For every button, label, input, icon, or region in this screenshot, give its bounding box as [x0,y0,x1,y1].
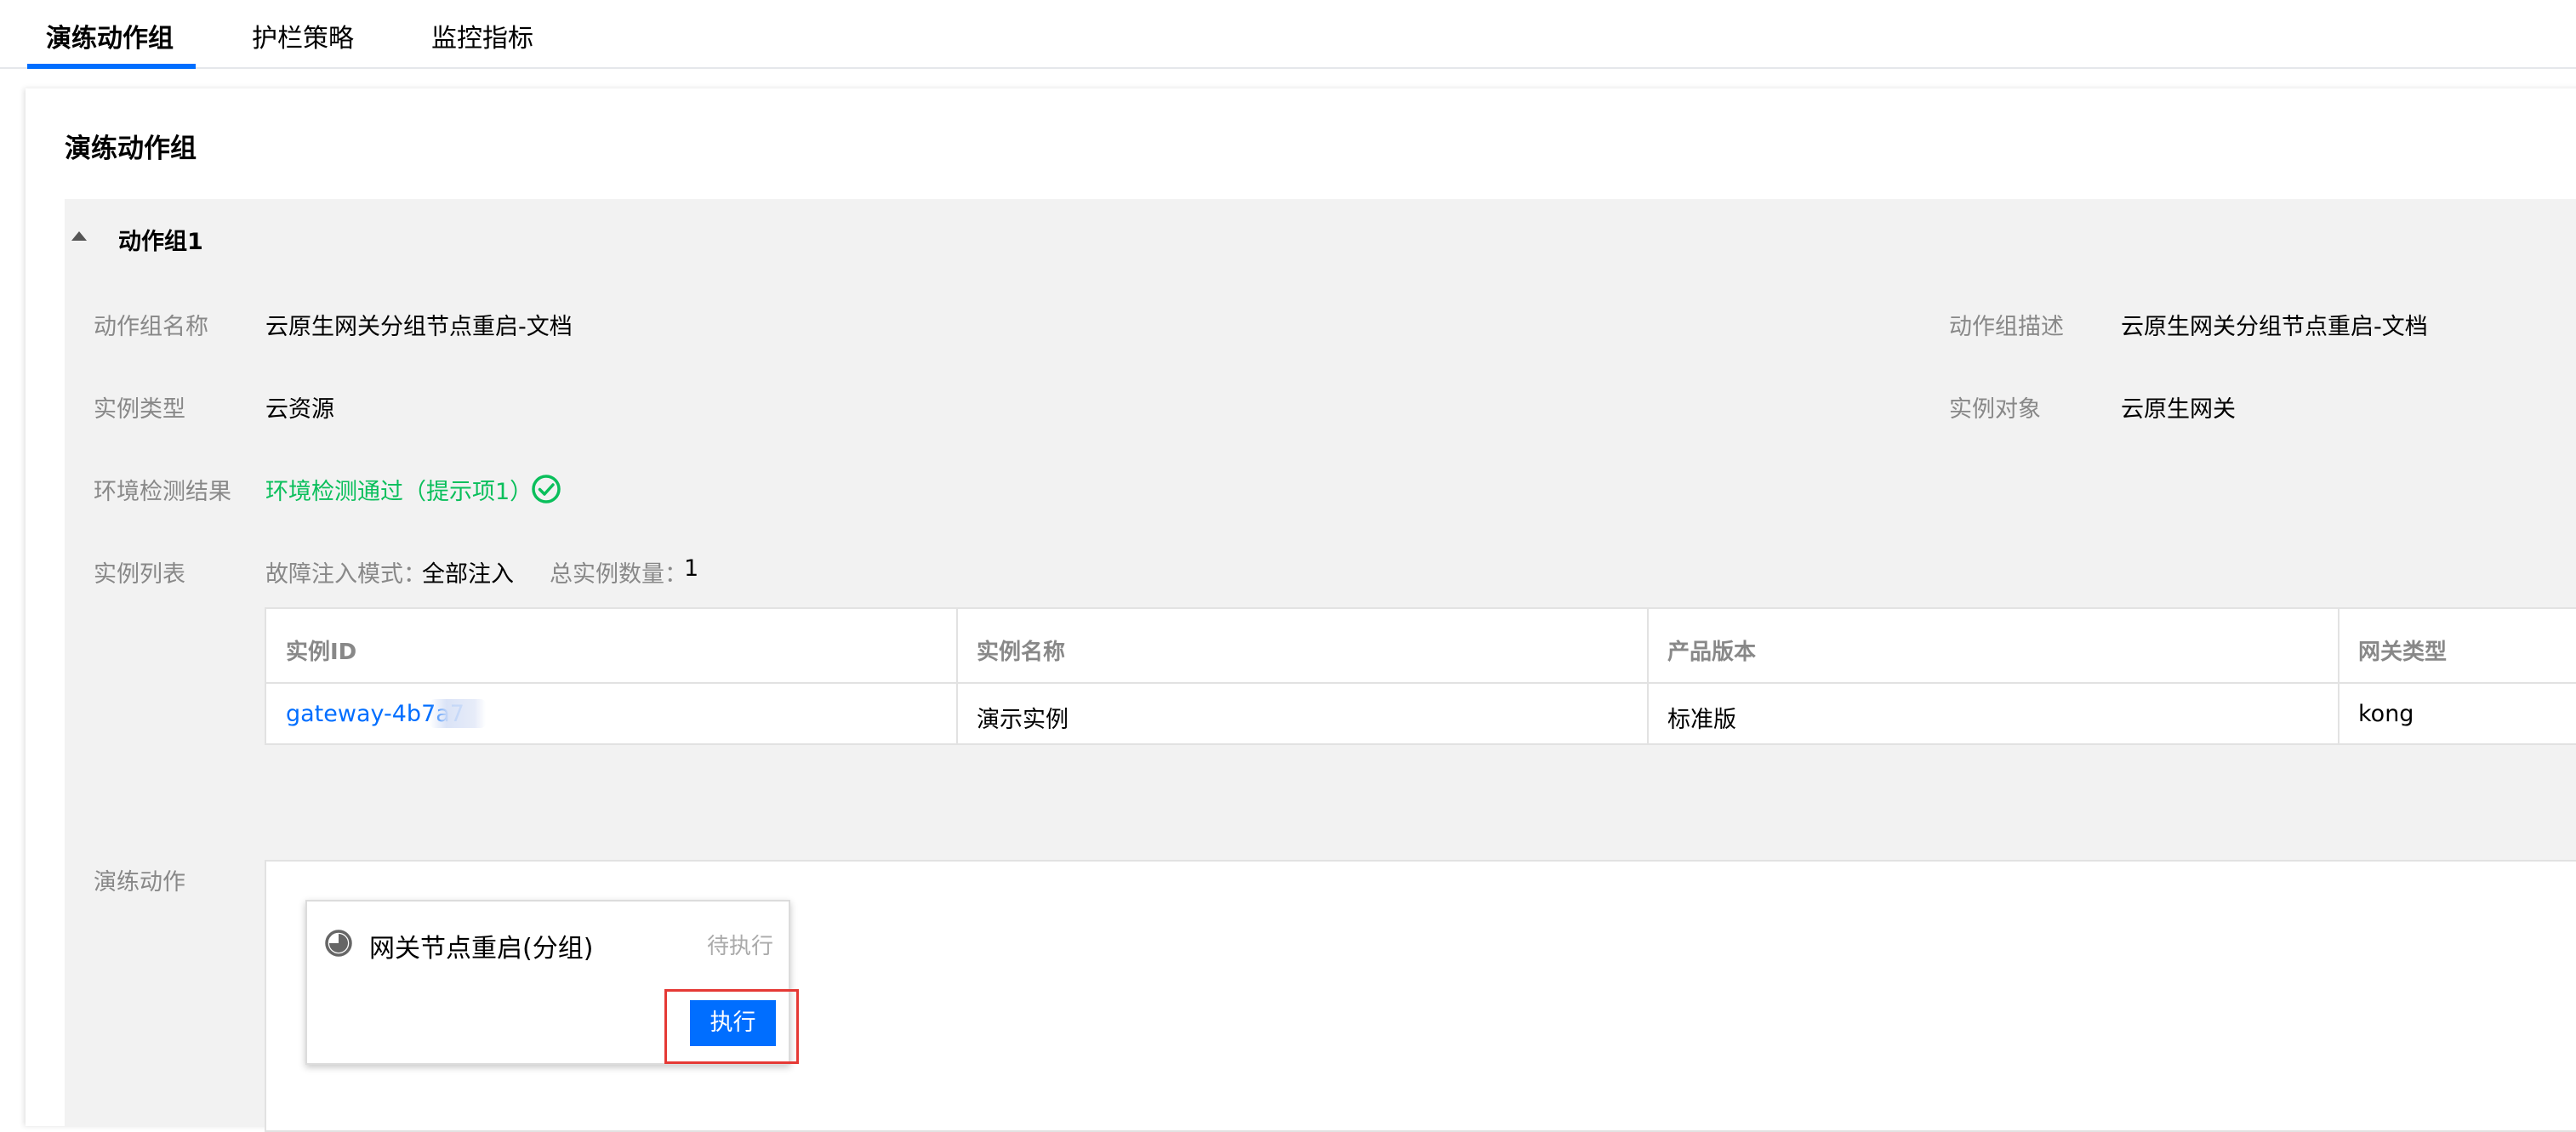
action-group-name[interactable]: 动作组1 [118,223,203,256]
instance-type-label: 实例类型 [94,396,185,423]
inject-mode-label: 故障注入模式： [265,561,426,588]
check-circle-icon [532,475,561,503]
table-header [266,609,2576,684]
instance-type-value: 云资源 [265,396,334,423]
column-divider [1647,609,1649,745]
group-desc-value: 云原生网关分组节点重启-文档 [2121,314,2428,340]
redaction-blur [430,699,486,728]
tab-bar: 演练动作组 护栏策略 监控指标 [0,0,2576,69]
instance-target-label: 实例对象 [1949,396,2041,423]
action-name: 网关节点重启(分组) [369,934,594,964]
group-name-label: 动作组名称 [94,314,208,340]
active-tab-indicator [27,64,196,69]
instance-target-value: 云原生网关 [2121,396,2236,423]
instance-table: 实例ID 实例名称 产品版本 网关类型 gateway-4b7a7 演示实例 标… [265,607,2576,745]
section-title: 演练动作组 [65,134,197,164]
product-version-cell: 标准版 [1667,707,1736,733]
column-divider [956,609,958,745]
group-name-value: 云原生网关分组节点重启-文档 [265,314,573,340]
header-product-version: 产品版本 [1667,640,1757,665]
drill-actions-label: 演练动作 [94,869,185,896]
tab-drill-action-group[interactable]: 演练动作组 [46,22,174,56]
instance-count-label: 总实例数量： [550,561,687,588]
inject-mode-value: 全部注入 [422,561,514,588]
header-gateway-type: 网关类型 [2358,640,2448,665]
progress-pie-icon [325,930,352,957]
instance-count-value: 1 [684,555,699,582]
header-instance-name: 实例名称 [977,640,1066,665]
gateway-type-cell: kong [2358,701,2414,727]
env-check-result: 环境检测通过（提示项1） [265,479,533,505]
env-check-label: 环境检测结果 [94,479,231,505]
instance-name-cell: 演示实例 [977,707,1069,733]
header-instance-id: 实例ID [286,640,357,665]
instance-list-label: 实例列表 [94,561,185,588]
execute-button[interactable]: 执行 [690,1000,776,1046]
action-status-badge: 待执行 [707,934,774,959]
tab-guardrail-policy[interactable]: 护栏策略 [252,22,354,56]
tab-monitoring-metrics[interactable]: 监控指标 [431,22,533,56]
collapse-caret-icon[interactable] [71,231,87,241]
column-divider [2338,609,2339,745]
group-desc-label: 动作组描述 [1949,314,2064,340]
